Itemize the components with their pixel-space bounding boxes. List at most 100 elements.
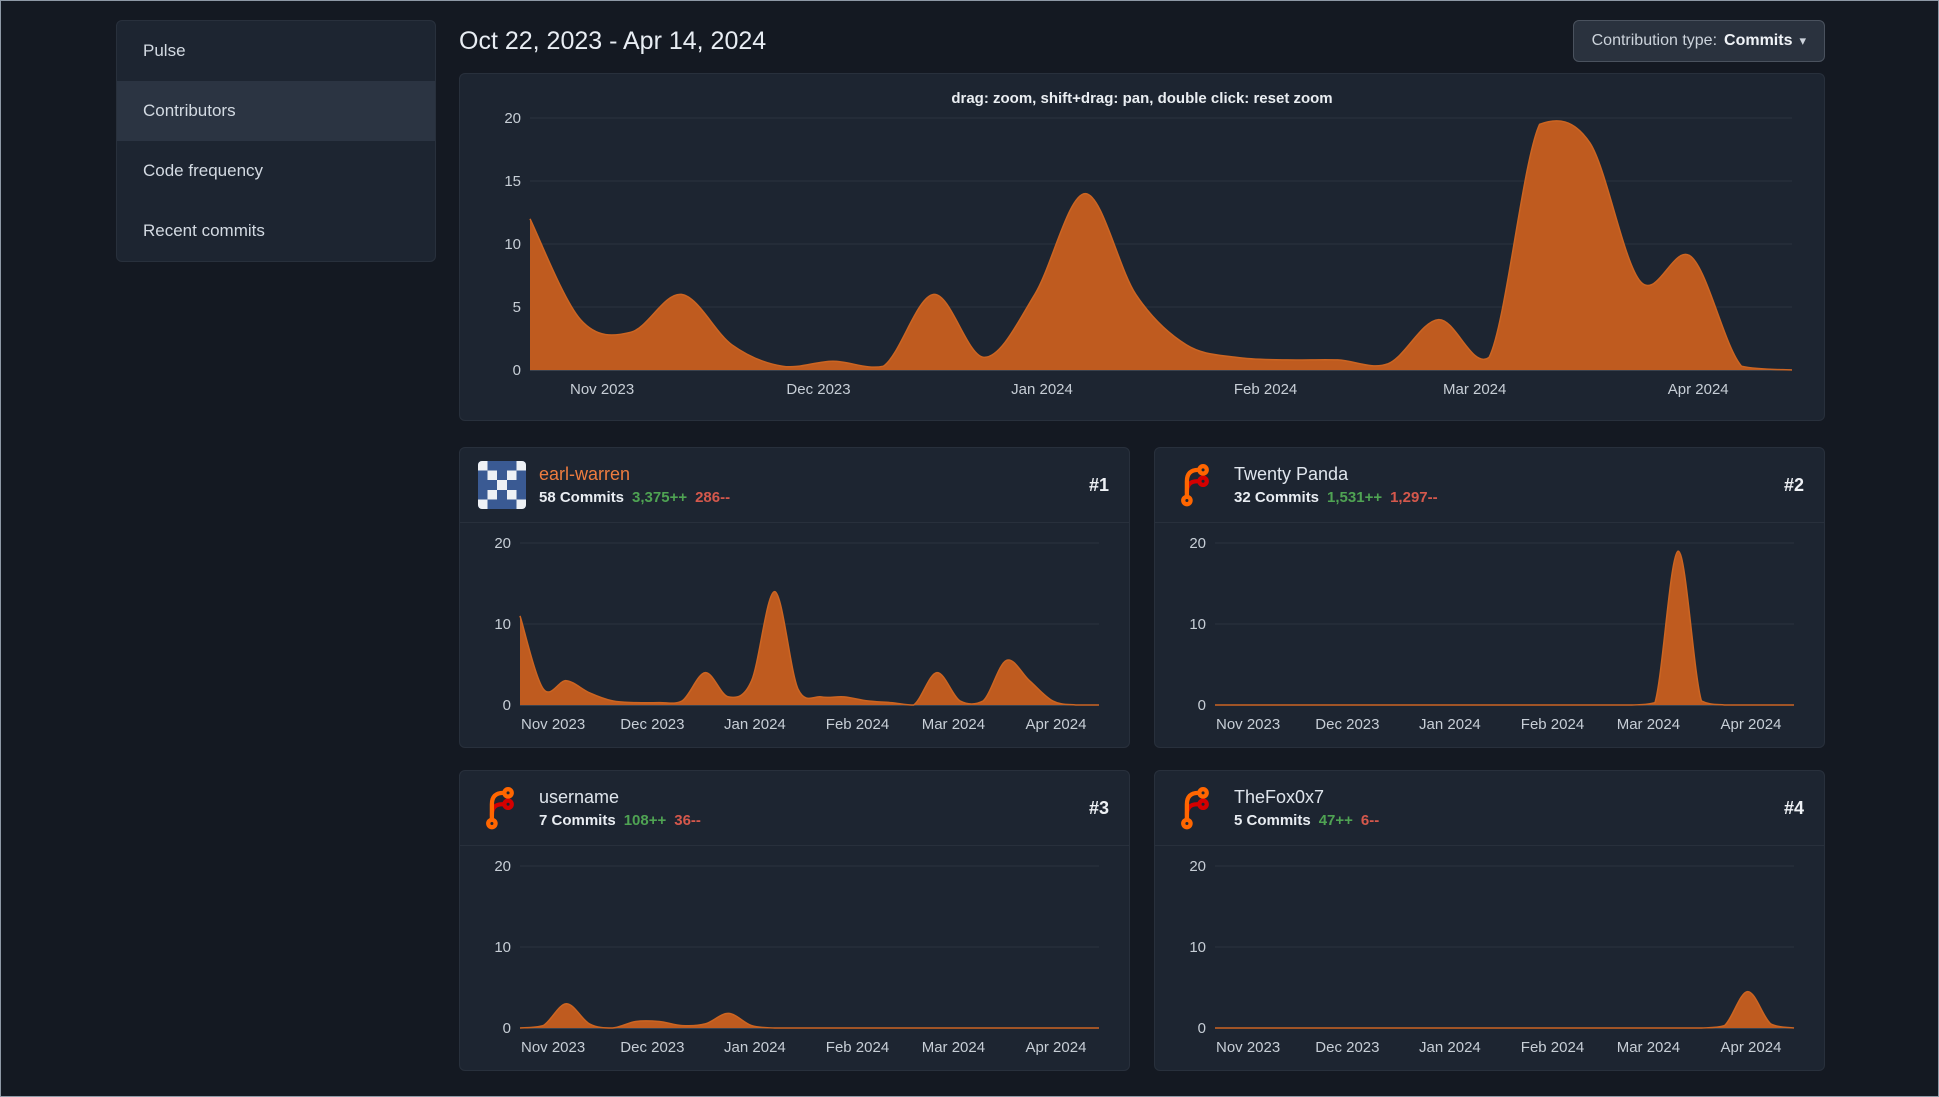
contributor-stats: 5 Commits 47++ 6--: [1234, 812, 1771, 829]
identicon-avatar-icon: [478, 461, 526, 509]
svg-text:20: 20: [1189, 858, 1206, 875]
svg-text:Apr 2024: Apr 2024: [1721, 716, 1782, 733]
svg-text:Jan 2024: Jan 2024: [1419, 716, 1481, 733]
contributors-page: Oct 22, 2023 - Apr 14, 2024 Contribution…: [459, 20, 1825, 1071]
svg-text:0: 0: [513, 362, 521, 379]
svg-text:Dec 2023: Dec 2023: [620, 1039, 684, 1056]
rank-badge: #3: [1088, 797, 1109, 818]
svg-text:5: 5: [513, 299, 521, 316]
commit-count: 58 Commits: [539, 489, 625, 506]
contributor-card-header: username 7 Commits 108++ 36-- #3: [460, 771, 1129, 846]
deletions-count: 286--: [695, 489, 731, 506]
contributor-card-header: TheFox0x7 5 Commits 47++ 6-- #4: [1155, 771, 1824, 846]
contributor-stats: 58 Commits 3,375++ 286--: [539, 489, 1076, 506]
svg-text:Mar 2024: Mar 2024: [922, 716, 985, 733]
svg-text:Apr 2024: Apr 2024: [1721, 1039, 1782, 1056]
contributor-activity-chart[interactable]: 0 10 20 Nov 2023 Dec 2023 Jan 2024 Feb 2024 Mar…: [1173, 531, 1806, 743]
additions-count: 1,531++: [1327, 489, 1383, 506]
svg-text:20: 20: [504, 110, 521, 127]
svg-text:Feb 2024: Feb 2024: [826, 1039, 889, 1056]
svg-text:Feb 2024: Feb 2024: [1521, 716, 1584, 733]
contributor-card: TheFox0x7 5 Commits 47++ 6-- #4 0 10 20 Nov…: [1154, 770, 1825, 1071]
svg-text:Apr 2024: Apr 2024: [1026, 716, 1087, 733]
sidebar-item-recent-commits[interactable]: Recent commits: [117, 201, 435, 261]
additions-count: 108++: [623, 812, 667, 829]
forgejo-logo-icon: [1181, 464, 1209, 507]
contributor-name-link[interactable]: earl-warren: [539, 464, 630, 485]
activity-sidebar: Pulse Contributors Code frequency Recent…: [116, 20, 436, 262]
contributor-name-link[interactable]: username: [539, 787, 619, 808]
contribution-type-label: Contribution type:: [1591, 32, 1718, 49]
svg-text:20: 20: [1189, 535, 1206, 552]
svg-text:Nov 2023: Nov 2023: [1216, 716, 1280, 733]
svg-text:Feb 2024: Feb 2024: [1234, 381, 1297, 398]
deletions-count: 1,297--: [1390, 489, 1438, 506]
additions-count: 3,375++: [632, 489, 688, 506]
svg-text:Mar 2024: Mar 2024: [1617, 716, 1680, 733]
deletions-count: 36--: [674, 812, 701, 829]
svg-text:Nov 2023: Nov 2023: [521, 1039, 585, 1056]
contributor-activity-chart[interactable]: 0 10 20 Nov 2023 Dec 2023 Jan 2024 Feb 2024 Mar…: [478, 854, 1111, 1066]
contributor-stats: 32 Commits 1,531++ 1,297--: [1234, 489, 1771, 506]
activity-menu: Pulse Contributors Code frequency Recent…: [116, 20, 436, 262]
contributor-meta: TheFox0x7 5 Commits 47++ 6--: [1234, 787, 1771, 829]
svg-text:10: 10: [1189, 616, 1206, 633]
svg-text:Jan 2024: Jan 2024: [724, 716, 786, 733]
svg-text:Mar 2024: Mar 2024: [1443, 381, 1506, 398]
svg-text:Apr 2024: Apr 2024: [1026, 1039, 1087, 1056]
avatar[interactable]: [478, 784, 526, 832]
svg-text:Dec 2023: Dec 2023: [620, 716, 684, 733]
contributor-chart-wrap: 0 10 20 Nov 2023 Dec 2023 Jan 2024 Feb 2024 Mar…: [1155, 846, 1824, 1070]
app-window: Pulse Contributors Code frequency Recent…: [0, 0, 1939, 1097]
avatar[interactable]: [1173, 461, 1221, 509]
svg-text:Nov 2023: Nov 2023: [570, 381, 634, 398]
sidebar-item-contributors[interactable]: Contributors: [117, 81, 435, 141]
contributor-chart-wrap: 0 10 20 Nov 2023 Dec 2023 Jan 2024 Feb 2024 Mar…: [460, 846, 1129, 1070]
forgejo-logo-icon: [486, 787, 514, 830]
svg-text:Jan 2024: Jan 2024: [724, 1039, 786, 1056]
svg-text:10: 10: [504, 236, 521, 253]
svg-text:Jan 2024: Jan 2024: [1419, 1039, 1481, 1056]
contributor-name-link[interactable]: Twenty Panda: [1234, 464, 1348, 485]
contributor-card-header: earl-warren 58 Commits 3,375++ 286-- #1: [460, 448, 1129, 523]
contributor-meta: earl-warren 58 Commits 3,375++ 286--: [539, 464, 1076, 506]
contributor-meta: Twenty Panda 32 Commits 1,531++ 1,297--: [1234, 464, 1771, 506]
avatar[interactable]: [478, 461, 526, 509]
svg-text:Dec 2023: Dec 2023: [1315, 1039, 1379, 1056]
contributor-stats: 7 Commits 108++ 36--: [539, 812, 1076, 829]
overall-contributions-chart[interactable]: 0 5 10 15 20 Nov 2023 Dec 2023 Jan 2024 Feb 2024…: [478, 110, 1806, 410]
sidebar-item-pulse[interactable]: Pulse: [117, 21, 435, 81]
svg-text:Nov 2023: Nov 2023: [521, 716, 585, 733]
svg-text:Dec 2023: Dec 2023: [786, 381, 850, 398]
svg-text:Mar 2024: Mar 2024: [922, 1039, 985, 1056]
contribution-type-dropdown[interactable]: Contribution type: Commits ▾: [1572, 20, 1825, 62]
contributor-grid: earl-warren 58 Commits 3,375++ 286-- #1 …: [459, 447, 1825, 1071]
contribution-type-value: Commits: [1724, 32, 1793, 49]
svg-text:0: 0: [1198, 1020, 1206, 1037]
svg-text:Jan 2024: Jan 2024: [1011, 381, 1073, 398]
svg-text:0: 0: [503, 697, 511, 714]
contributor-chart-wrap: 0 10 20 Nov 2023 Dec 2023 Jan 2024 Feb 2024 Mar…: [1155, 523, 1824, 747]
svg-text:Dec 2023: Dec 2023: [1315, 716, 1379, 733]
contributor-card: earl-warren 58 Commits 3,375++ 286-- #1 …: [459, 447, 1130, 748]
chevron-down-icon: ▾: [1799, 33, 1806, 48]
svg-text:20: 20: [494, 535, 511, 552]
contributor-name-link[interactable]: TheFox0x7: [1234, 787, 1324, 808]
contributor-activity-chart[interactable]: 0 10 20 Nov 2023 Dec 2023 Jan 2024 Feb 2024 Mar…: [1173, 854, 1806, 1066]
contributor-chart-wrap: 0 10 20 Nov 2023 Dec 2023 Jan 2024 Feb 2024 Mar…: [460, 523, 1129, 747]
svg-text:0: 0: [503, 1020, 511, 1037]
sidebar-item-code-frequency[interactable]: Code frequency: [117, 141, 435, 201]
contributor-activity-chart[interactable]: 0 10 20 Nov 2023 Dec 2023 Jan 2024 Feb 2024 Mar…: [478, 531, 1111, 743]
contributor-card-header: Twenty Panda 32 Commits 1,531++ 1,297-- …: [1155, 448, 1824, 523]
avatar[interactable]: [1173, 784, 1221, 832]
svg-text:10: 10: [494, 616, 511, 633]
contributor-meta: username 7 Commits 108++ 36--: [539, 787, 1076, 829]
svg-text:0: 0: [1198, 697, 1206, 714]
contributor-card: Twenty Panda 32 Commits 1,531++ 1,297-- …: [1154, 447, 1825, 748]
date-range-title: Oct 22, 2023 - Apr 14, 2024: [459, 26, 767, 55]
svg-text:10: 10: [1189, 939, 1206, 956]
rank-badge: #4: [1783, 797, 1804, 818]
svg-text:Apr 2024: Apr 2024: [1668, 381, 1729, 398]
contributor-card: username 7 Commits 108++ 36-- #3 0 10 20 No…: [459, 770, 1130, 1071]
commit-count: 32 Commits: [1234, 489, 1320, 506]
